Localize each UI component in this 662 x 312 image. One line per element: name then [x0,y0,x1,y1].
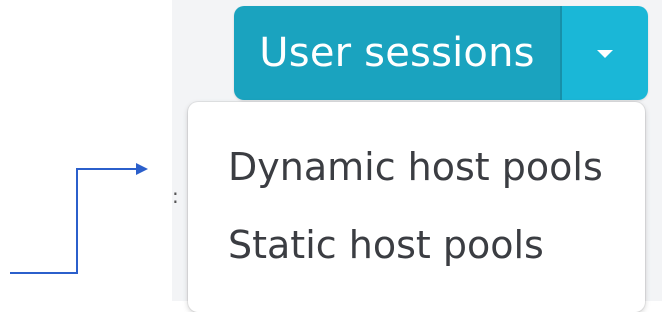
menu-item-static-host-pools[interactable]: Static host pools [188,220,645,270]
user-sessions-button[interactable]: User sessions [234,6,560,100]
caret-down-icon [597,50,613,58]
host-pools-dropdown-menu: Dynamic host pools Static host pools [188,102,645,312]
drag-handle-icon: : [172,184,179,208]
user-sessions-split-button: User sessions [234,6,648,100]
dropdown-toggle-button[interactable] [562,6,648,100]
menu-item-dynamic-host-pools[interactable]: Dynamic host pools [188,142,645,192]
